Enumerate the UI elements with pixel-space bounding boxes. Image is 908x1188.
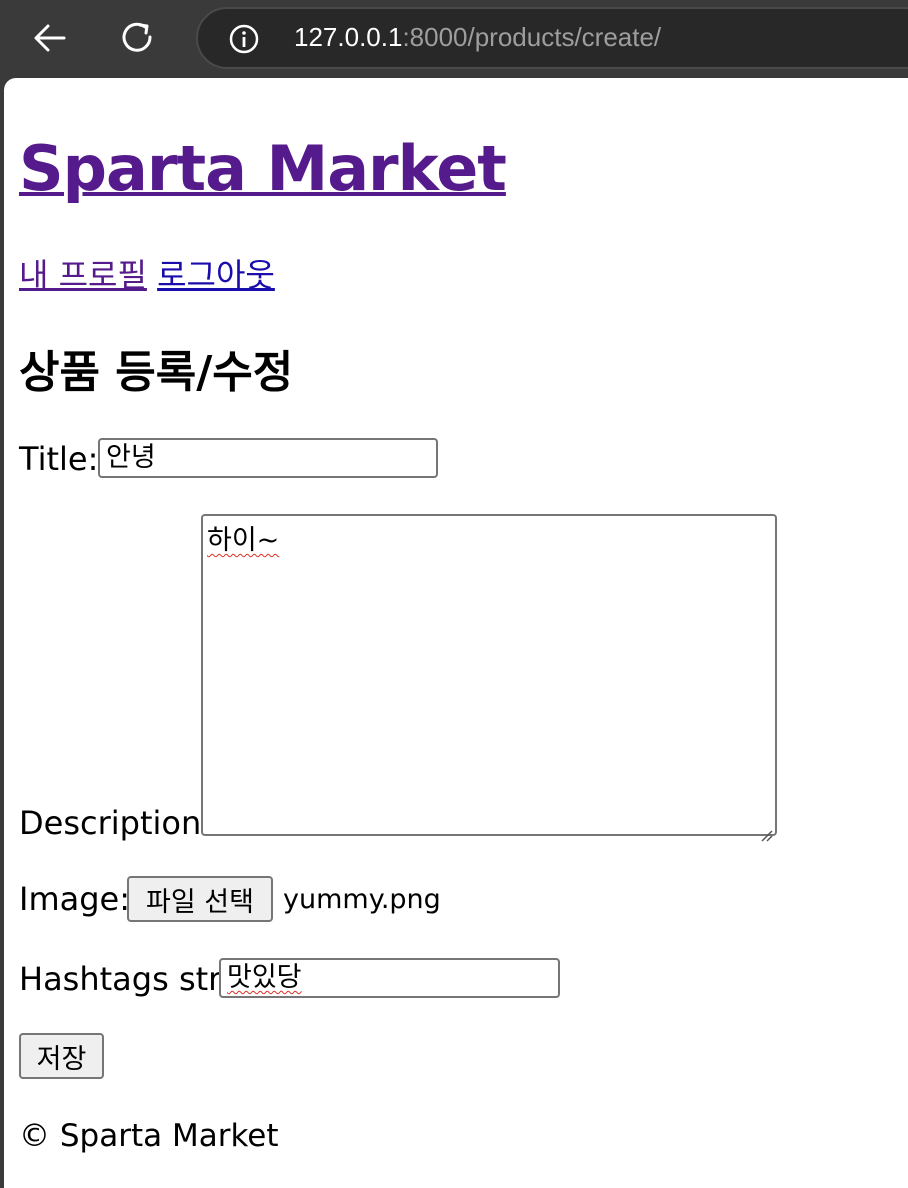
selected-file-name: yummy.png xyxy=(283,884,441,915)
url-path: :8000/products/create/ xyxy=(402,22,662,52)
save-button[interactable]: 저장 xyxy=(19,1033,104,1079)
logout-link[interactable]: 로그아웃 xyxy=(157,256,275,294)
hashtags-input[interactable]: 맛있당 xyxy=(219,958,560,998)
hashtags-text: 맛있당 xyxy=(227,962,302,993)
choose-file-button[interactable]: 파일 선택 xyxy=(127,876,273,922)
address-bar[interactable]: 127.0.0.1:8000/products/create/ xyxy=(196,7,908,69)
back-arrow-icon[interactable] xyxy=(26,14,74,62)
hashtags-label: Hashtags str: xyxy=(19,960,232,998)
url-text[interactable]: 127.0.0.1:8000/products/create/ xyxy=(294,22,661,53)
reload-icon[interactable] xyxy=(114,14,162,62)
description-label: Description: xyxy=(19,804,213,842)
image-label: Image: xyxy=(19,880,130,918)
description-textarea[interactable]: 하이~ xyxy=(201,514,777,842)
hashtags-field: Hashtags str: 맛있당 xyxy=(19,958,619,1000)
page-title: 상품 등록/수정 xyxy=(19,347,294,398)
info-icon[interactable] xyxy=(228,23,260,55)
resize-grip-icon[interactable] xyxy=(759,818,773,842)
browser-toolbar: 127.0.0.1:8000/products/create/ xyxy=(0,0,908,78)
footer-copyright: © Sparta Market xyxy=(19,1118,279,1154)
profile-link[interactable]: 내 프로필 xyxy=(19,256,147,294)
url-host: 127.0.0.1 xyxy=(294,22,403,52)
top-nav: 내 프로필 로그아웃 xyxy=(19,250,275,296)
page-content: Sparta Market 내 프로필 로그아웃 상품 등록/수정 Title:… xyxy=(4,78,908,1188)
title-input[interactable]: 안녕 xyxy=(98,438,438,478)
description-text: 하이~ xyxy=(207,525,280,556)
image-field: Image: 파일 선택 yummy.png xyxy=(19,876,619,922)
site-title-link[interactable]: Sparta Market xyxy=(19,132,507,205)
title-label: Title: xyxy=(19,440,99,478)
